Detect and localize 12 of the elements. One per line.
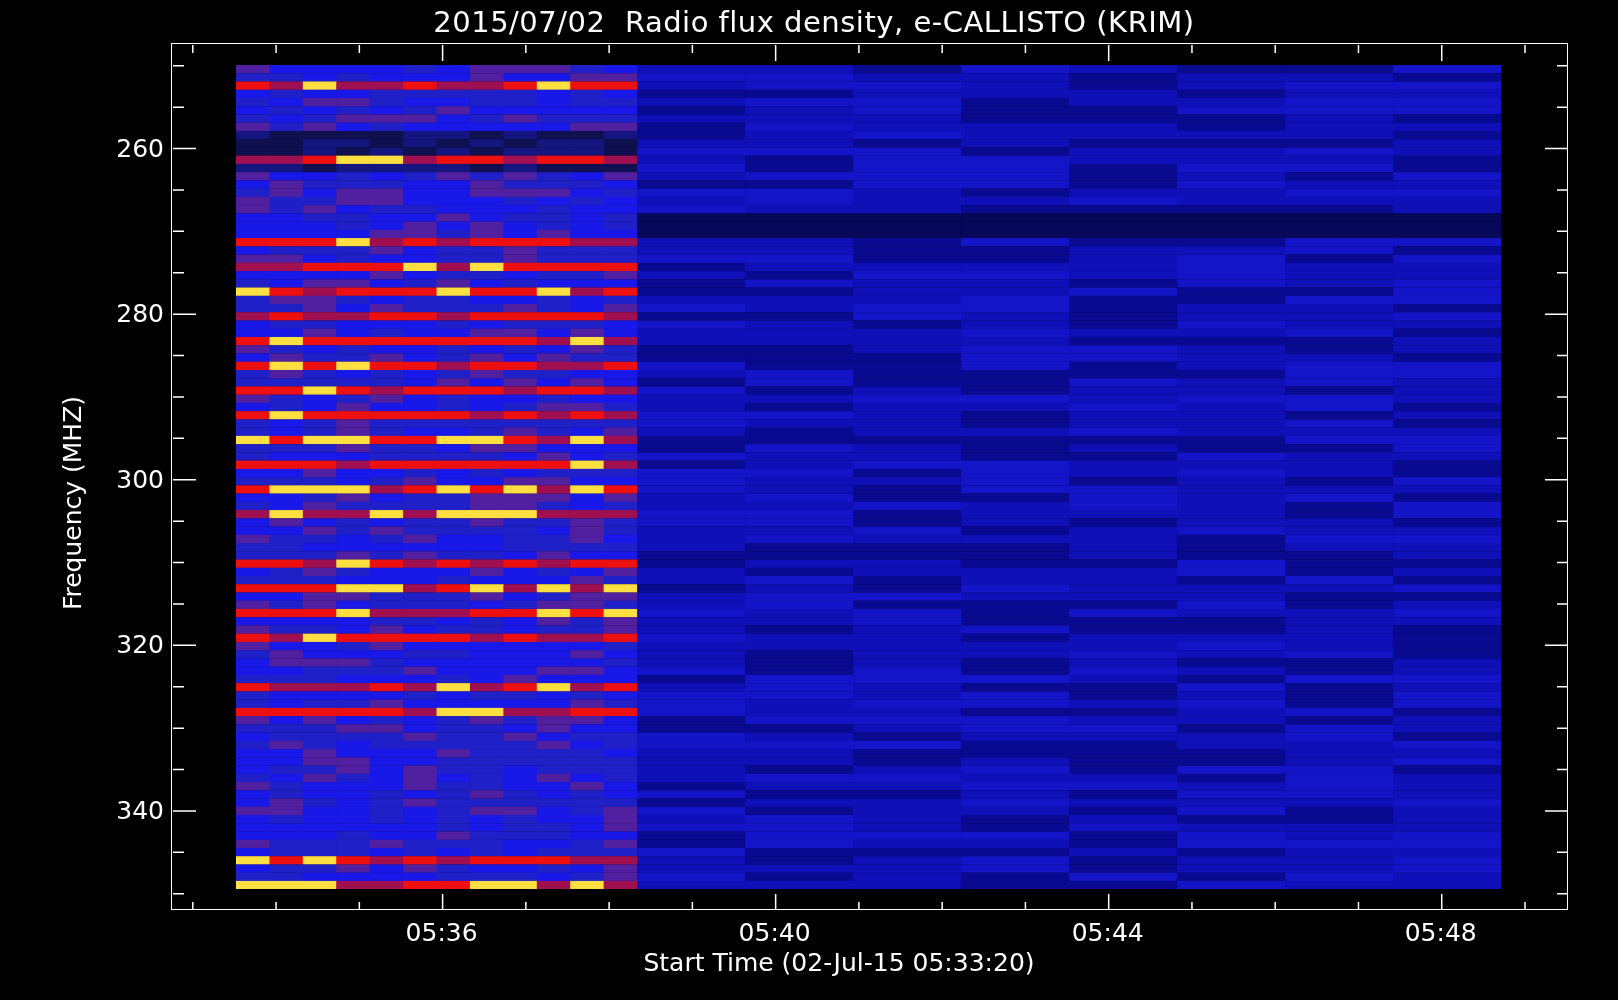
y-tick-label: 280 <box>116 298 164 328</box>
y-axis-label: Frequency (MHZ) <box>57 395 87 610</box>
chart-title: 2015/07/02 Radio flux density, e-CALLISTO (KRIM) <box>433 4 1195 39</box>
x-tick-label: 05:36 <box>405 918 478 947</box>
x-tick-label: 05:44 <box>1071 918 1144 947</box>
y-tick-label: 340 <box>116 795 164 825</box>
y-tick-label: 320 <box>116 629 164 659</box>
x-tick-label: 05:40 <box>738 918 811 947</box>
x-tick-label: 05:48 <box>1404 918 1477 947</box>
y-tick-label: 260 <box>116 133 164 163</box>
y-tick-label: 300 <box>116 464 164 494</box>
x-axis-label: Start Time (02-Jul-15 05:33:20) <box>643 948 1035 978</box>
